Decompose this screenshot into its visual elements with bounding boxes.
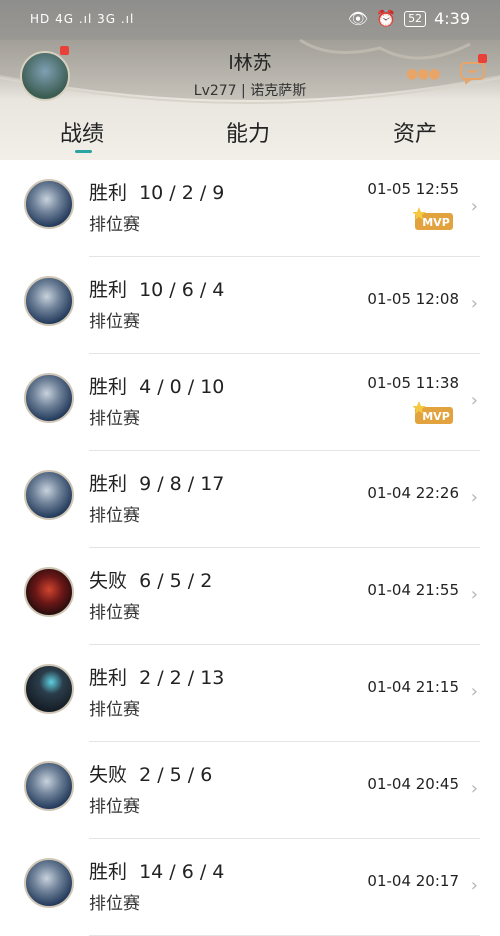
chevron-right-icon: › <box>470 875 478 896</box>
champion-avatar <box>24 179 74 229</box>
chevron-right-icon: › <box>470 584 478 605</box>
match-row[interactable]: 胜利 9 / 8 / 17 排位赛 01-04 22:26 › <box>0 451 500 548</box>
chevron-right-icon: › <box>470 196 478 217</box>
match-mode: 排位赛 <box>89 312 140 332</box>
match-mode: 排位赛 <box>89 409 140 429</box>
signal-indicators: HD 4G .ıl 3G .ıl <box>30 12 135 26</box>
mvp-label: MVP <box>422 216 450 229</box>
match-time: 01-04 21:15 <box>367 678 459 696</box>
chevron-right-icon: › <box>470 778 478 799</box>
profile-header: HD 4G .ıl 3G .ıl 👁 ⏰ 52 4:39 l林苏 Lv277 |… <box>0 0 500 160</box>
tab-bar: 战绩 能力 资产 <box>0 112 500 160</box>
chevron-right-icon: › <box>470 681 478 702</box>
match-row[interactable]: 失败 6 / 5 / 2 排位赛 01-04 21:55 › <box>0 548 500 645</box>
more-icon[interactable]: ●●● <box>406 66 441 82</box>
match-result-kda: 胜利 9 / 8 / 17 <box>89 473 225 495</box>
match-row[interactable]: 胜利 10 / 6 / 4 排位赛 01-05 12:08 › <box>0 257 500 354</box>
match-result-kda: 失败 2 / 5 / 6 <box>89 764 213 786</box>
match-time: 01-04 20:17 <box>367 872 459 890</box>
chevron-right-icon: › <box>470 487 478 508</box>
match-mode: 排位赛 <box>89 894 140 914</box>
match-row[interactable]: 胜利 2 / 2 / 13 排位赛 01-04 21:15 › <box>0 645 500 742</box>
mvp-badge: MVP <box>413 207 453 230</box>
match-result-kda: 胜利 2 / 2 / 13 <box>89 667 225 689</box>
tab-ability[interactable]: 能力 <box>226 116 270 148</box>
champion-avatar <box>24 470 74 520</box>
mvp-badge: MVP <box>413 401 453 424</box>
match-mode: 排位赛 <box>89 797 140 817</box>
match-mode: 排位赛 <box>89 215 140 235</box>
tab-assets[interactable]: 资产 <box>393 116 437 148</box>
alarm-icon: ⏰ <box>376 9 397 28</box>
champion-avatar <box>24 567 74 617</box>
clock-time: 4:39 <box>434 9 470 28</box>
match-time: 01-05 12:08 <box>367 290 459 308</box>
match-row[interactable]: 胜利 4 / 0 / 10 排位赛 01-05 11:38 MVP › <box>0 354 500 451</box>
match-time: 01-04 22:26 <box>367 484 459 502</box>
match-row[interactable]: 胜利 10 / 2 / 9 排位赛 01-05 12:55 MVP › <box>0 160 500 257</box>
match-result-kda: 失败 6 / 5 / 2 <box>89 570 213 592</box>
chevron-right-icon: › <box>470 293 478 314</box>
match-result-kda: 胜利 4 / 0 / 10 <box>89 376 225 398</box>
champion-avatar <box>24 276 74 326</box>
match-time: 01-04 21:55 <box>367 581 459 599</box>
champion-avatar <box>24 373 74 423</box>
match-result-kda: 胜利 14 / 6 / 4 <box>89 861 225 883</box>
match-mode: 排位赛 <box>89 603 140 623</box>
status-bar: HD 4G .ıl 3G .ıl 👁 ⏰ 52 4:39 <box>0 0 500 40</box>
level-region: Lv277 | 诺克萨斯 <box>193 83 307 99</box>
match-row[interactable]: 胜利 14 / 6 / 4 排位赛 01-04 20:17 › <box>0 839 500 936</box>
eye-icon: 👁 <box>347 9 369 28</box>
champion-avatar <box>24 664 74 714</box>
match-mode: 排位赛 <box>89 506 140 526</box>
match-mode: 排位赛 <box>89 700 140 720</box>
chat-notification-dot <box>478 54 487 63</box>
match-time: 01-05 12:55 <box>367 180 459 198</box>
champion-avatar <box>24 761 74 811</box>
match-time: 01-04 20:45 <box>367 775 459 793</box>
match-result-kda: 胜利 10 / 2 / 9 <box>89 182 225 204</box>
match-row[interactable]: 失败 2 / 5 / 6 排位赛 01-04 20:45 › <box>0 742 500 839</box>
chevron-right-icon: › <box>470 390 478 411</box>
tab-active-indicator <box>75 150 92 153</box>
tab-record[interactable]: 战绩 <box>60 116 104 148</box>
match-result-kda: 胜利 10 / 6 / 4 <box>89 279 225 301</box>
match-time: 01-05 11:38 <box>367 374 459 392</box>
mvp-label: MVP <box>422 410 450 423</box>
match-list: 胜利 10 / 2 / 9 排位赛 01-05 12:55 MVP › 胜利 10 / 6… <box>0 160 500 936</box>
battery-icon: 52 <box>404 10 427 27</box>
